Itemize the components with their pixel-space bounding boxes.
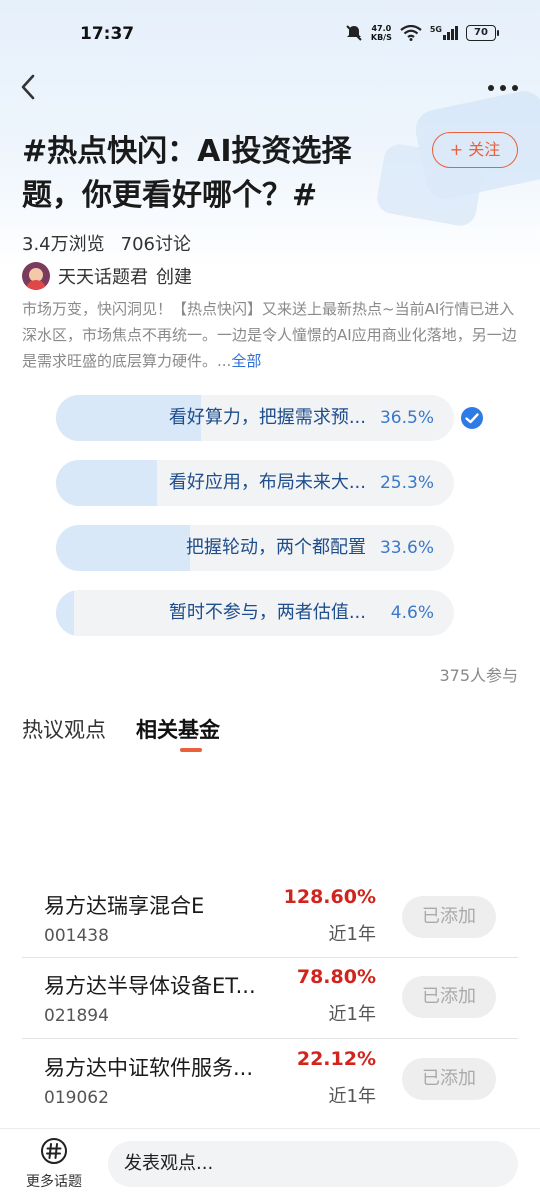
hashtag-icon: [41, 1138, 67, 1164]
creator-name: 天天话题君: [58, 267, 148, 288]
fund-period: 近1年: [328, 924, 376, 945]
status-bar: 17:37 47.0 KB/S 5G 70: [0, 0, 540, 70]
poll-option[interactable]: 看好应用，布局未来大... 25.3%: [56, 460, 454, 506]
added-button[interactable]: 已添加: [402, 896, 496, 938]
poll-option-label: 看好算力，把握需求预...: [168, 407, 366, 428]
fund-row[interactable]: 易方达中证软件服务... 019062 22.12% 近1年 已添加: [22, 1040, 518, 1120]
fund-return: 128.60%: [283, 886, 376, 908]
fund-name: 易方达瑞享混合E: [44, 894, 205, 918]
follow-button[interactable]: + 关注: [432, 132, 518, 168]
participant-count: 375人参与: [439, 666, 518, 685]
avatar[interactable]: [22, 262, 50, 290]
fund-row[interactable]: 易方达瑞享混合E 001438 128.60% 近1年 已添加: [22, 878, 518, 958]
fund-period: 近1年: [328, 1086, 376, 1107]
poll-option[interactable]: 把握轮动，两个都配置 33.6%: [56, 525, 454, 571]
fund-return: 78.80%: [296, 966, 376, 988]
tab-related-funds[interactable]: 相关基金: [136, 714, 220, 744]
fund-code: 019062: [44, 1088, 109, 1108]
net-speed: 47.0 KB/S: [370, 24, 392, 42]
poll-option-percent: 25.3%: [379, 473, 434, 493]
bottom-bar: 更多话题 发表观点...: [0, 1128, 540, 1200]
creator-info[interactable]: 天天话题君 创建: [22, 262, 192, 290]
topic-description: 市场万变，快闪洞见！【热点快闪】又来送上最新热点~当前AI行情已进入深水区，市场…: [22, 300, 517, 370]
poll-option-percent: 36.5%: [379, 408, 434, 428]
poll-option-percent: 4.6%: [390, 603, 434, 623]
poll-option-label: 暂时不参与，两者估值...: [168, 602, 366, 623]
discussion-count: 706讨论: [120, 234, 191, 255]
fund-return: 22.12%: [296, 1048, 376, 1070]
added-button[interactable]: 已添加: [402, 976, 496, 1018]
poll-option-percent: 33.6%: [379, 538, 434, 558]
more-topics-button[interactable]: 更多话题: [20, 1137, 88, 1191]
added-button[interactable]: 已添加: [402, 1058, 496, 1100]
content-tabs: 热议观点 相关基金: [22, 714, 220, 744]
topic-stats: 3.4万浏览 706讨论: [22, 230, 191, 256]
active-tab-indicator: [180, 748, 202, 752]
fund-period: 近1年: [328, 1004, 376, 1025]
cellular-signal-icon: 5G: [430, 26, 458, 40]
creator-suffix: 创建: [156, 267, 192, 288]
fund-name: 易方达半导体设备ET...: [44, 974, 256, 998]
expand-all-link[interactable]: 全部: [231, 352, 261, 370]
tab-hot-opinions[interactable]: 热议观点: [22, 714, 106, 744]
more-topics-label: 更多话题: [26, 1174, 82, 1190]
topic-title: #热点快闪：AI投资选择题，你更看好哪个？#: [22, 134, 352, 213]
divider: [22, 1038, 518, 1039]
back-icon[interactable]: [14, 72, 44, 102]
poll-option-label: 看好应用，布局未来大...: [168, 472, 366, 493]
poll-option-label: 把握轮动，两个都配置: [186, 537, 366, 558]
fund-name: 易方达中证软件服务...: [44, 1056, 254, 1080]
fund-code: 001438: [44, 926, 109, 946]
battery-icon: 70: [466, 25, 499, 41]
mute-icon: [346, 25, 362, 41]
poll-option[interactable]: 看好算力，把握需求预... 36.5%: [56, 395, 454, 441]
comment-input[interactable]: 发表观点...: [108, 1141, 518, 1187]
status-time: 17:37: [80, 24, 135, 44]
wifi-icon: [400, 25, 422, 41]
selected-check-icon: [461, 407, 483, 429]
more-options-icon[interactable]: [486, 78, 520, 98]
view-count: 3.4万浏览: [22, 234, 105, 255]
fund-code: 021894: [44, 1006, 109, 1026]
fund-row[interactable]: 易方达半导体设备ET... 021894 78.80% 近1年 已添加: [22, 958, 518, 1038]
status-icons: 47.0 KB/S 5G 70: [345, 24, 499, 42]
poll-option[interactable]: 暂时不参与，两者估值... 4.6%: [56, 590, 454, 636]
